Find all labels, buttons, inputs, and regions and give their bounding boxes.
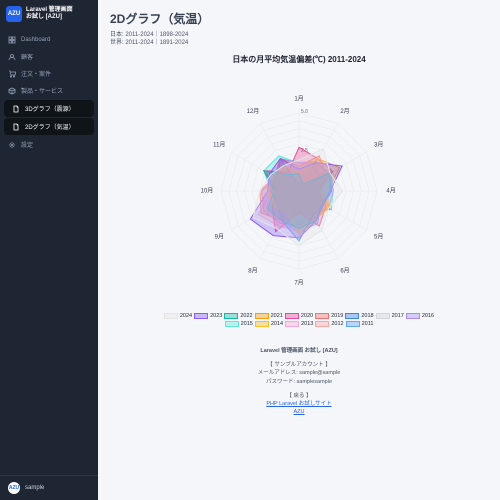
- gear-icon: [8, 141, 16, 149]
- sidebar: AZU Laravel 管理画面お試し [AZU] Dashboard顧客注文・…: [0, 0, 98, 500]
- legend-item-2016[interactable]: 2016: [406, 313, 434, 319]
- box-icon: [8, 87, 16, 95]
- legend-item-2019[interactable]: 2019: [315, 313, 343, 319]
- user-name: sample: [25, 485, 44, 491]
- page-meta: 日本: 2011-2024｜1898-2024世界: 2011-2024｜189…: [110, 31, 488, 48]
- legend-item-2022[interactable]: 2022: [224, 313, 252, 319]
- footer-link-2[interactable]: AZU: [294, 409, 305, 415]
- legend-item-2011[interactable]: 2011: [346, 321, 374, 327]
- dashboard-icon: [8, 36, 16, 44]
- legend-item-2013[interactable]: 2013: [285, 321, 313, 327]
- users-icon: [8, 53, 16, 61]
- avatar: AZU: [8, 482, 20, 494]
- legend-item-2015[interactable]: 2015: [225, 321, 253, 327]
- nav-item-3Dグラフ（震源）[interactable]: 3Dグラフ（震源）: [4, 100, 94, 117]
- nav-item-2Dグラフ（気温）[interactable]: 2Dグラフ（気温）: [4, 118, 94, 135]
- legend-item-2018[interactable]: 2018: [345, 313, 373, 319]
- logo: AZU: [6, 6, 22, 22]
- chart-area: 日本の月平均気温偏差(℃) 2011-2024 2.55.01月2月3月4月5月…: [110, 54, 488, 327]
- footer: Laravel 管理画面 お試し [AZU] 【 サンプルアカウント 】 メール…: [110, 347, 488, 417]
- legend-item-2021[interactable]: 2021: [255, 313, 283, 319]
- user-row[interactable]: AZU sample: [0, 475, 98, 500]
- nav-item-製品・サービス[interactable]: 製品・サービス: [0, 82, 98, 99]
- svg-text:9月: 9月: [215, 233, 224, 240]
- svg-text:1月: 1月: [294, 95, 303, 102]
- svg-text:3月: 3月: [374, 141, 383, 148]
- nav-item-注文・案件[interactable]: 注文・案件: [0, 65, 98, 82]
- svg-text:10月: 10月: [201, 187, 214, 194]
- svg-text:12月: 12月: [247, 108, 260, 115]
- legend-item-2017[interactable]: 2017: [376, 313, 404, 319]
- legend: 202420232022202120202019201820172016 2015…: [159, 313, 439, 327]
- brand-text: Laravel 管理画面お試し [AZU]: [26, 7, 73, 21]
- brand: AZU Laravel 管理画面お試し [AZU]: [0, 0, 98, 28]
- svg-text:2月: 2月: [340, 108, 349, 115]
- svg-text:5月: 5月: [374, 233, 383, 240]
- main: 2Dグラフ（気温） 日本: 2011-2024｜1898-2024世界: 201…: [98, 0, 500, 500]
- nav: Dashboard顧客注文・案件製品・サービス3Dグラフ（震源）2Dグラフ（気温…: [0, 28, 98, 475]
- svg-text:6月: 6月: [340, 267, 349, 274]
- nav-item-Dashboard[interactable]: Dashboard: [0, 32, 98, 48]
- legend-item-2023[interactable]: 2023: [194, 313, 222, 319]
- doc-icon: [12, 105, 20, 113]
- doc-icon: [12, 123, 20, 131]
- svg-text:8月: 8月: [248, 267, 257, 274]
- svg-text:7月: 7月: [294, 279, 303, 286]
- nav-item-設定[interactable]: 設定: [0, 136, 98, 153]
- legend-item-2012[interactable]: 2012: [315, 321, 343, 327]
- footer-title: Laravel 管理画面 お試し [AZU]: [110, 347, 488, 355]
- page-title: 2Dグラフ（気温）: [110, 10, 488, 27]
- cart-icon: [8, 70, 16, 78]
- chart-title: 日本の月平均気温偏差(℃) 2011-2024: [110, 54, 488, 65]
- radar-chart: 2.55.01月2月3月4月5月6月7月8月9月10月11月12月: [179, 69, 419, 309]
- svg-text:4月: 4月: [386, 187, 395, 194]
- legend-item-2020[interactable]: 2020: [285, 313, 313, 319]
- svg-text:11月: 11月: [213, 141, 225, 148]
- svg-text:5.0: 5.0: [301, 109, 308, 115]
- footer-link-1[interactable]: PHP Laravel お試しサイト: [266, 401, 331, 407]
- legend-item-2014[interactable]: 2014: [255, 321, 283, 327]
- legend-item-2024[interactable]: 2024: [164, 313, 192, 319]
- nav-item-顧客[interactable]: 顧客: [0, 48, 98, 65]
